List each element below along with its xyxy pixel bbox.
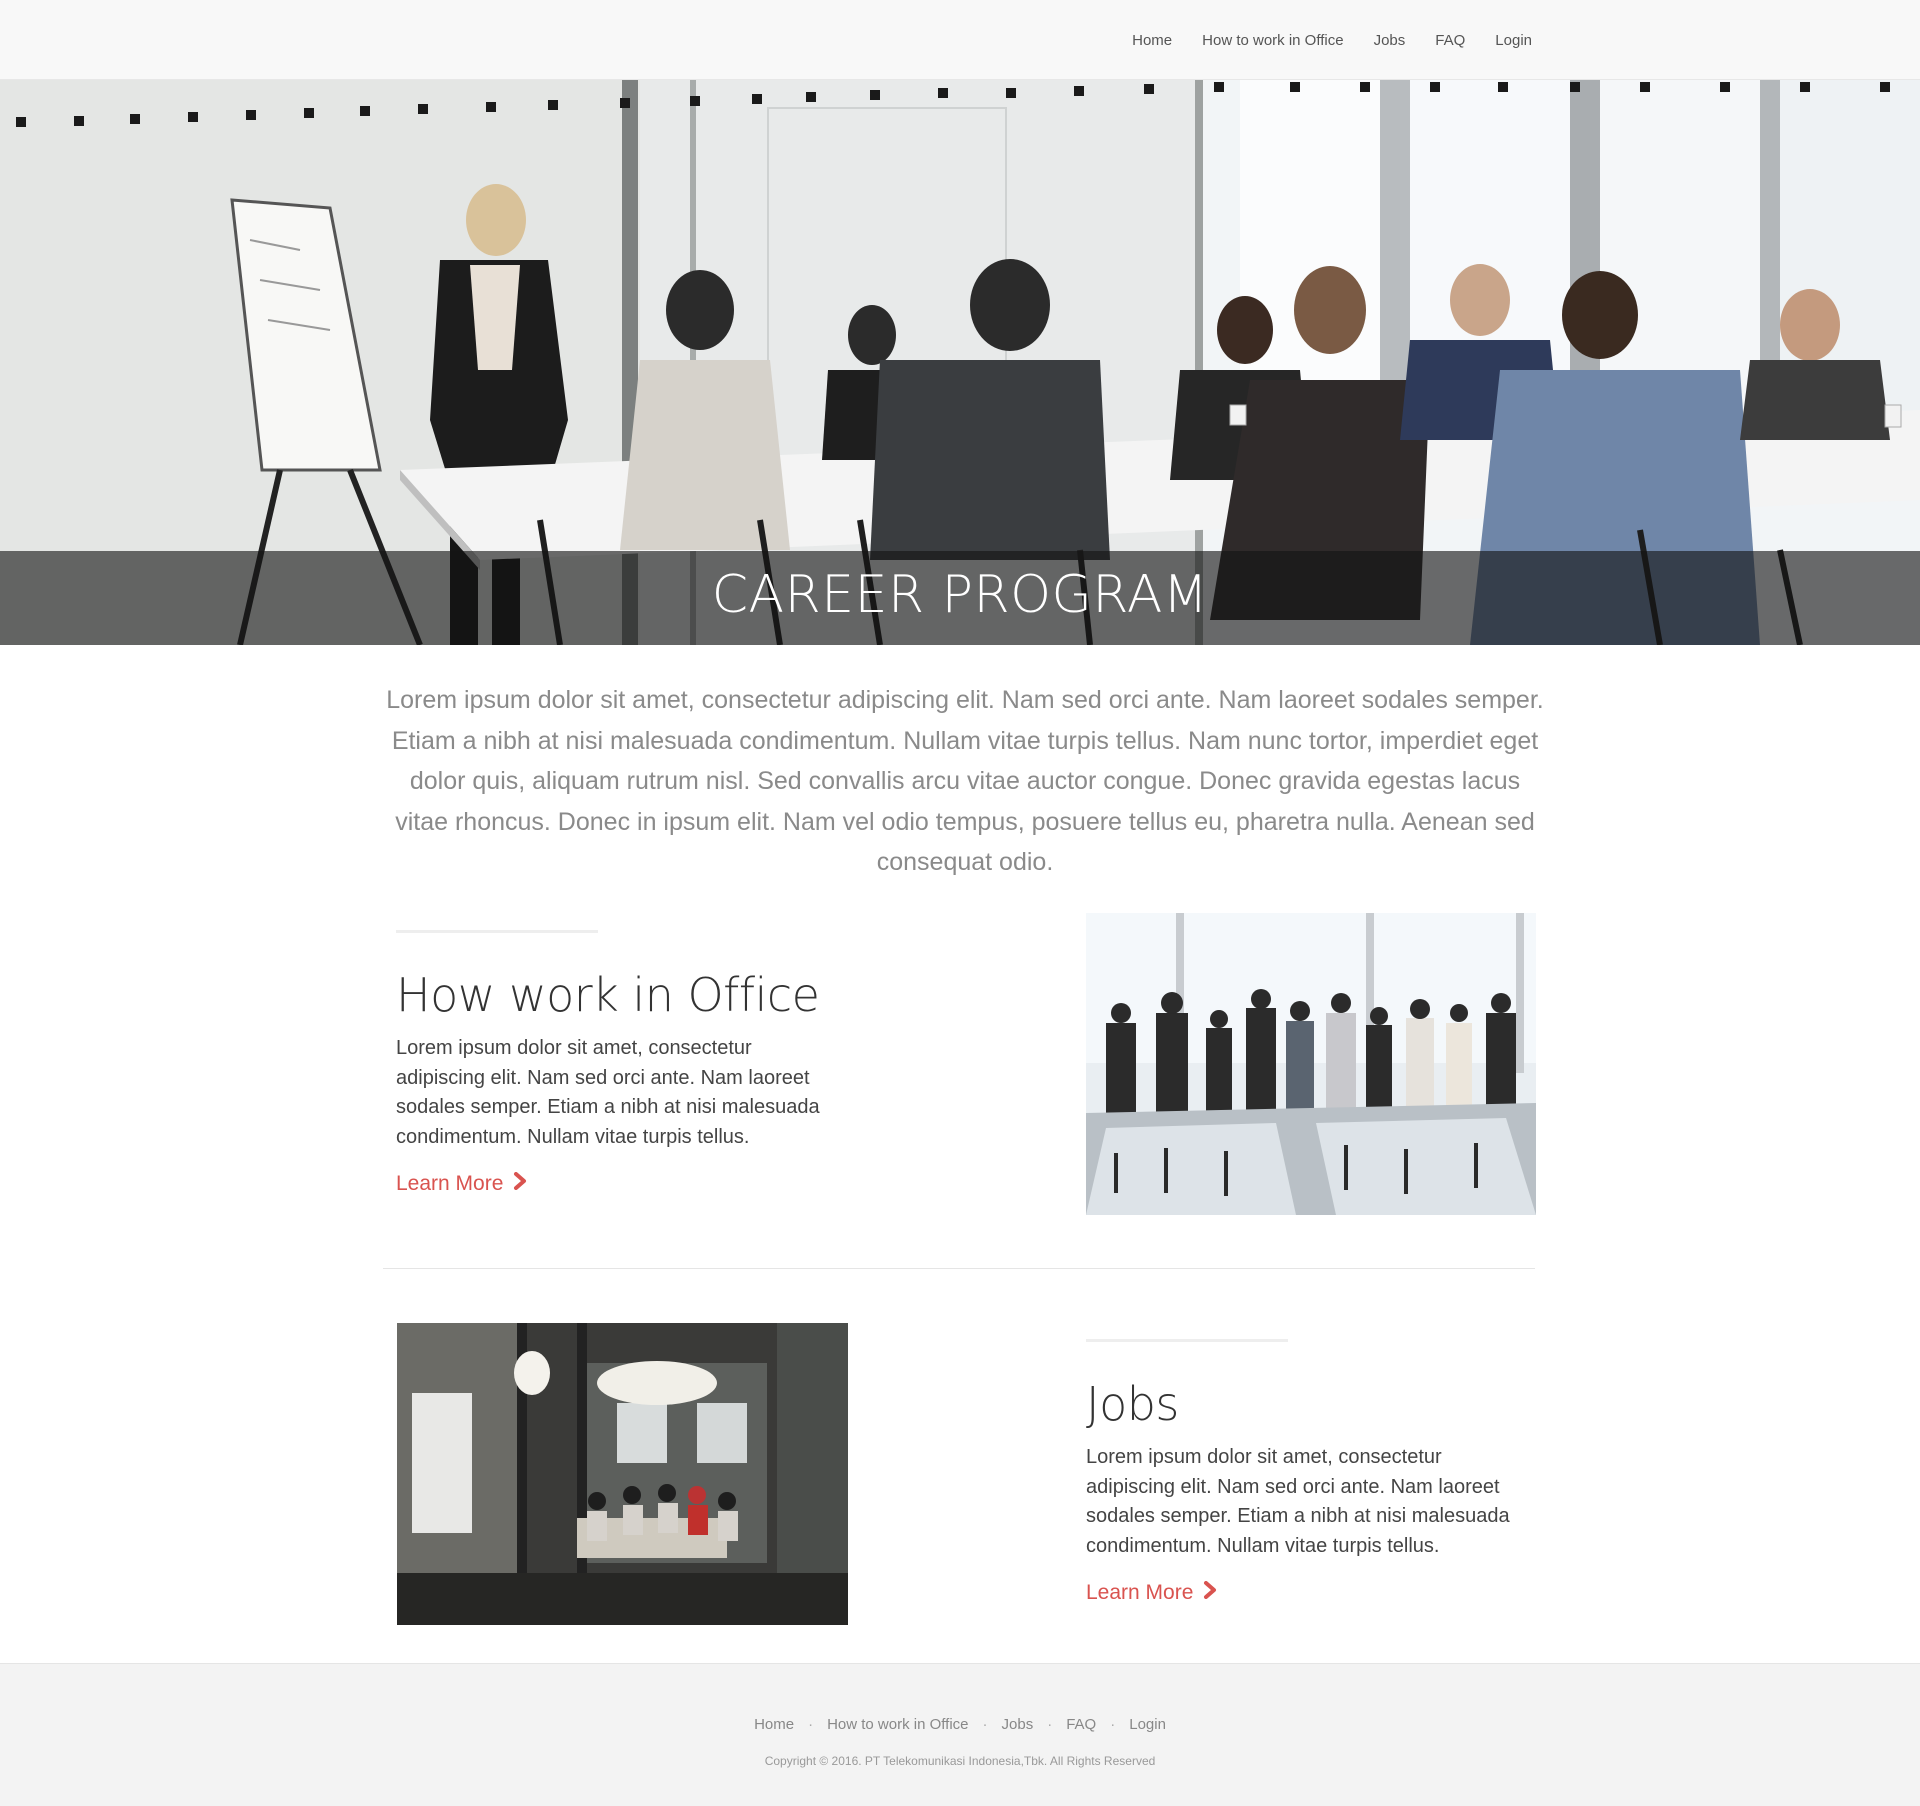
feature-2-learn-more-link[interactable]: Learn More bbox=[1086, 1581, 1217, 1605]
footer-links: Home · How to work in Office · Jobs · FAQ · Logi… bbox=[0, 1716, 1920, 1733]
intro-paragraph: Lorem ipsum dolor sit amet, consectetur … bbox=[386, 686, 1544, 876]
navbar: Home How to work in Office Jobs FAQ Logi… bbox=[0, 0, 1920, 80]
feature-1-text: Lorem ipsum dolor sit amet, consectetur … bbox=[396, 1037, 820, 1148]
feature-1-rule bbox=[396, 930, 598, 933]
learn-more-label: Learn More bbox=[396, 1172, 504, 1195]
footer-separator: · bbox=[982, 1716, 988, 1733]
learn-more-label: Learn More bbox=[1086, 1581, 1194, 1604]
footer: Home · How to work in Office · Jobs · FAQ · Logi… bbox=[0, 1663, 1920, 1806]
footer-link-how-to-work[interactable]: How to work in Office bbox=[827, 1716, 968, 1733]
nav-links: Home How to work in Office Jobs FAQ Logi… bbox=[1102, 0, 1532, 80]
footer-link-login[interactable]: Login bbox=[1129, 1716, 1166, 1733]
footer-link-home[interactable]: Home bbox=[754, 1716, 794, 1733]
footer-link-jobs[interactable]: Jobs bbox=[1002, 1716, 1034, 1733]
section-divider bbox=[383, 1268, 1535, 1269]
feature-1-heading: How work in Office bbox=[396, 968, 820, 1022]
nav-link-how-to-work[interactable]: How to work in Office bbox=[1202, 32, 1343, 49]
hero-title: CAREER PROGRAM bbox=[711, 565, 1209, 625]
feature-2-rule bbox=[1086, 1339, 1288, 1342]
networking-event-image bbox=[1086, 913, 1536, 1215]
meeting-room-image bbox=[397, 1323, 848, 1625]
footer-separator: · bbox=[808, 1716, 814, 1733]
chevron-right-icon bbox=[1203, 1581, 1217, 1605]
footer-separator: · bbox=[1047, 1716, 1053, 1733]
hero-section: CAREER PROGRAM bbox=[0, 80, 1920, 645]
nav-link-jobs[interactable]: Jobs bbox=[1374, 32, 1406, 49]
nav-link-home[interactable]: Home bbox=[1132, 32, 1172, 49]
footer-link-faq[interactable]: FAQ bbox=[1066, 1716, 1096, 1733]
copyright-text: Copyright © 2016. PT Telekomunikasi Indo… bbox=[764, 1754, 1156, 1768]
feature-1-learn-more-link[interactable]: Learn More bbox=[396, 1172, 527, 1196]
nav-link-login[interactable]: Login bbox=[1495, 32, 1532, 49]
chevron-right-icon bbox=[513, 1172, 527, 1196]
footer-separator: · bbox=[1110, 1716, 1116, 1733]
nav-link-faq[interactable]: FAQ bbox=[1435, 32, 1465, 49]
feature-2-text: Lorem ipsum dolor sit amet, consectetur … bbox=[1086, 1446, 1510, 1557]
feature-2-heading: Jobs bbox=[1086, 1377, 1179, 1431]
